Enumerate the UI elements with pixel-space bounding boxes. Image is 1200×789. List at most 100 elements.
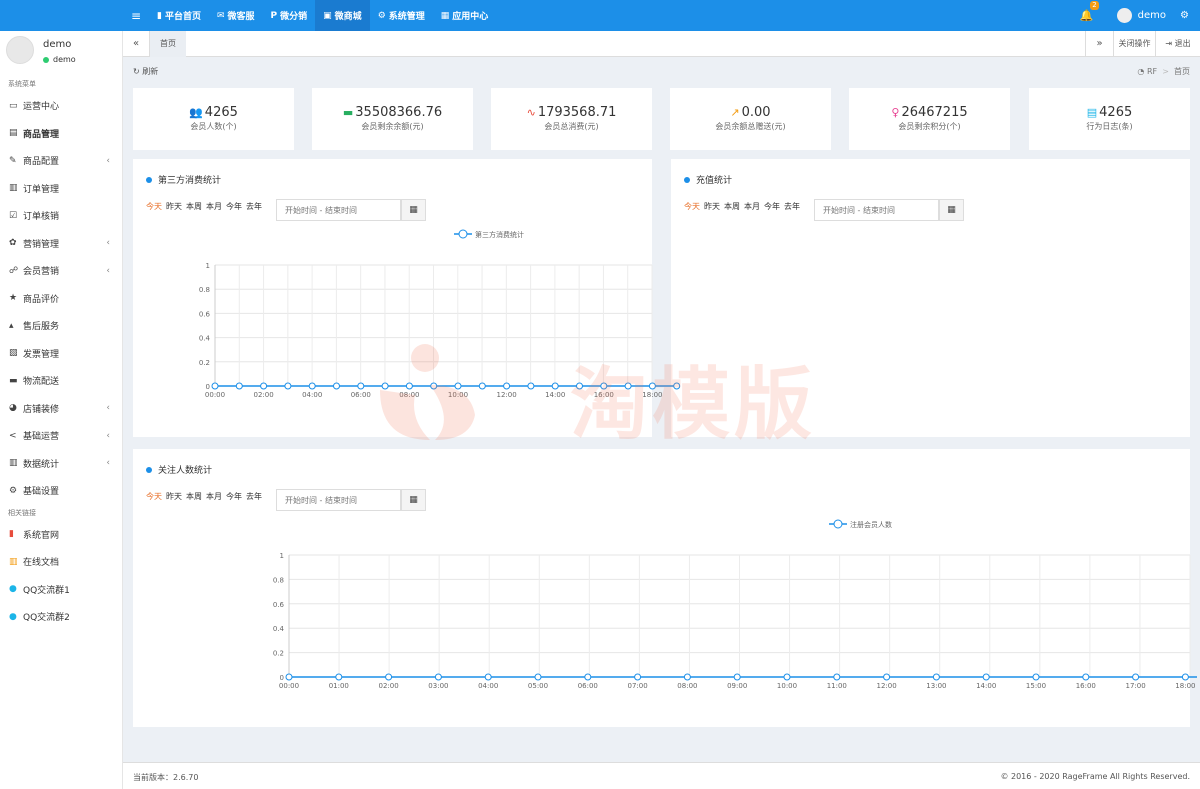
sidebar-item-1[interactable]: ▤ 商品管理: [0, 120, 122, 148]
panel-title-label: 充值统计: [696, 176, 733, 186]
tab-next-button[interactable]: »: [1085, 31, 1113, 57]
share-icon: <: [9, 430, 17, 441]
lightbulb-icon: ♀: [891, 106, 900, 119]
star-icon: ★: [9, 293, 18, 304]
stat-value: 👥 4265: [133, 105, 294, 120]
y-tick-label: 0.8: [273, 576, 284, 584]
sidebar-link-2[interactable]: ● QQ交流群1: [0, 576, 122, 604]
sidebar-item-label: 基础设置: [23, 487, 60, 498]
sidebar-item-12[interactable]: < 基础运营 ‹: [0, 422, 122, 450]
sidebar-link-label: QQ交流群2: [23, 613, 70, 624]
topnav-item-2[interactable]: P 微分销: [263, 0, 316, 31]
breadcrumb-root[interactable]: RF: [1147, 67, 1157, 76]
chevron-left-icon: ‹: [106, 265, 110, 276]
profile-status: demo: [43, 55, 76, 64]
data-point: [235, 382, 243, 390]
refresh-button[interactable]: ↻ 刷新: [133, 66, 158, 77]
bookmark-icon: ▮: [157, 10, 162, 21]
sidebar-link-3[interactable]: ● QQ交流群2: [0, 603, 122, 631]
legend-marker: [458, 229, 468, 239]
sidebar-item-10[interactable]: ▬ 物流配送: [0, 367, 122, 395]
chevron-left-icon: ‹: [106, 430, 110, 441]
sidebar-item-14[interactable]: ⚙ 基础设置: [0, 477, 122, 505]
x-tick-label: 08:00: [677, 682, 697, 690]
follower-count-chart: 0 0.2 0.4 0.6 0.8 1 00:00 01:00 02:00 03:00 04:00 0…: [273, 519, 1197, 690]
topnav-label: 微客服: [227, 12, 255, 22]
sidebar-item-label: 营销管理: [23, 239, 60, 250]
filter-option[interactable]: 今年: [764, 201, 780, 212]
breadcrumb-trail: ◔ RF > 首页: [1137, 66, 1190, 77]
y-tick-label: 0: [280, 674, 284, 682]
tab-prev-button[interactable]: «: [123, 31, 150, 57]
menu-icon[interactable]: ≡: [123, 9, 149, 23]
sidebar-item-0[interactable]: ▭ 运营中心: [0, 92, 122, 120]
gift-icon: ✿: [9, 238, 17, 249]
sidebar-item-4[interactable]: ☑ 订单核销: [0, 202, 122, 230]
stat-label: 行为日志(条): [1086, 122, 1133, 131]
filter-option[interactable]: 去年: [784, 201, 800, 212]
sidebar-link-1[interactable]: ▥ 在线文档: [0, 548, 122, 576]
tab-home[interactable]: 首页: [150, 31, 186, 57]
filter-option[interactable]: 本月: [744, 201, 760, 212]
data-point: [932, 673, 940, 681]
sidebar-item-3[interactable]: ▥ 订单管理: [0, 175, 122, 203]
topnav-item-1[interactable]: ✉ 微客服: [209, 0, 263, 31]
pencil-icon: ✎: [9, 155, 17, 166]
sidebar-item-label: 运营中心: [23, 102, 60, 113]
x-tick-label: 12:00: [877, 682, 897, 690]
notification-badge: 2: [1090, 1, 1099, 10]
y-tick-label: 0.6: [199, 310, 211, 318]
fire-extinguisher-icon: ▴: [9, 320, 14, 331]
chart-legend: 第三方消费统计: [454, 229, 524, 239]
sidebar-item-label: 售后服务: [23, 322, 60, 333]
chevron-left-icon: ‹: [106, 238, 110, 249]
bar-chart-icon: ▥: [9, 458, 18, 469]
date-range-input[interactable]: [814, 199, 939, 221]
sidebar-link-0[interactable]: ▮ 系统官网: [0, 521, 122, 549]
calendar-icon[interactable]: ▦: [939, 199, 964, 221]
comments-icon: ✉: [216, 10, 225, 21]
user-avatar[interactable]: [1116, 8, 1132, 23]
sidebar-item-9[interactable]: ▧ 发票管理: [0, 340, 122, 368]
sidebar-item-11[interactable]: ◕ 店铺装修 ‹: [0, 395, 122, 423]
x-tick-label: 16:00: [1076, 682, 1096, 690]
filter-option[interactable]: 昨天: [704, 201, 720, 212]
data-point: [783, 673, 791, 681]
stat-card: ♀ 26467215 会员剩余积分(个): [849, 88, 1010, 150]
cogs-icon[interactable]: ⚙: [1180, 10, 1189, 21]
x-tick-label: 00:00: [279, 682, 299, 690]
data-point: [1181, 673, 1189, 681]
stat-label: 会员余额总赠送(元): [715, 122, 786, 131]
filter-option[interactable]: 本周: [724, 201, 740, 212]
topnav-label: 微分销: [280, 12, 308, 22]
topnav-item-5[interactable]: ▦ 应用中心: [433, 0, 497, 31]
close-operations-button[interactable]: 关闭操作: [1113, 31, 1155, 57]
sidebar-item-8[interactable]: ▴ 售后服务: [0, 312, 122, 340]
stat-label: 会员剩余余额(元): [361, 122, 424, 131]
data-point: [576, 382, 583, 390]
topnav-item-0[interactable]: ▮ 平台首页: [149, 0, 209, 31]
user-name[interactable]: demo: [1138, 10, 1166, 21]
data-point: [284, 382, 292, 390]
x-tick-label: 02:00: [254, 391, 274, 399]
data-point: [551, 382, 559, 390]
sidebar-item-7[interactable]: ★ 商品评价: [0, 285, 122, 313]
sidebar-item-13[interactable]: ▥ 数据统计 ‹: [0, 450, 122, 478]
profile-status-label: demo: [53, 55, 76, 64]
y-tick-label: 0.4: [199, 335, 211, 343]
bell-icon[interactable]: 🔔 2: [1077, 1, 1099, 22]
line-chart-icon: ↗: [730, 106, 740, 119]
logout-button[interactable]: ⇥ 退出: [1155, 31, 1200, 57]
sidebar-item-5[interactable]: ✿ 营销管理 ‹: [0, 230, 122, 258]
sidebar-item-label: 会员营销: [23, 267, 60, 278]
stat-number: 4265: [1099, 105, 1133, 120]
topnav-item-3[interactable]: ▣ 微商城: [315, 0, 370, 31]
sidebar-item-6[interactable]: ☍ 会员营销 ‹: [0, 257, 122, 285]
sidebar-item-2[interactable]: ✎ 商品配置 ‹: [0, 147, 122, 175]
topnav-item-4[interactable]: ⚙ 系统管理: [370, 0, 433, 31]
data-point: [484, 673, 492, 681]
sidebar-item-label: 数据统计: [23, 459, 60, 470]
x-tick-label: 14:00: [976, 682, 996, 690]
top-nav: ▮ 平台首页 ✉ 微客服 P 微分销 ▣ 微商城 ⚙ 系统管理 ▦ 应用中心: [149, 0, 496, 31]
footer: 当前版本：2.6.70 © 2016 - 2020 RageFrame All …: [123, 762, 1200, 789]
